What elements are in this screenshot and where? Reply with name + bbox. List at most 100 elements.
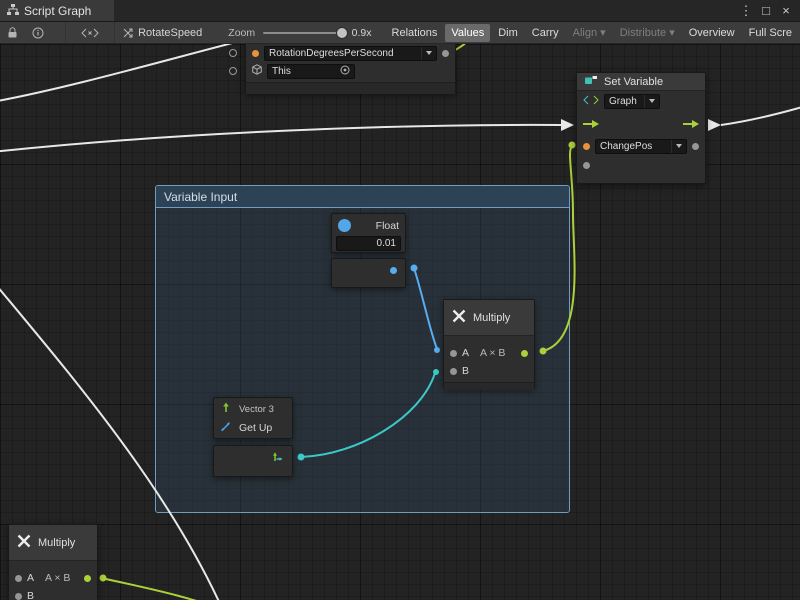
wire-flow-out[interactable] [721,106,800,125]
node-variable-getter[interactable]: RotationDegreesPerSecond This [245,44,456,94]
get-up-title: Get Up [239,422,272,434]
port-getup-out[interactable] [298,454,305,461]
multiply2-a-port[interactable] [15,575,22,582]
variable-kind-icon [115,22,134,44]
variable-port-icon[interactable] [583,143,590,150]
multiply-title: Multiply [473,312,510,324]
node-multiply[interactable]: Multiply A A × B B [443,299,535,389]
float-output-port[interactable] [390,267,397,274]
multiply-b-label: B [462,365,469,377]
multiply-result-port[interactable] [521,350,528,357]
port-multiply2-out[interactable] [100,575,107,582]
title-bar: Script Graph ⋮ □ × [0,0,800,22]
port-orange-icon[interactable] [252,50,259,57]
target-field[interactable]: This [267,64,355,79]
relations-button[interactable]: Relations [386,24,444,42]
set-variable-out-port[interactable] [692,143,699,150]
node-set-variable[interactable]: Set Variable Graph ChangePos [576,72,706,184]
getter-bottom-strip [246,82,455,94]
graph-canvas[interactable]: Variable Input Rota [0,44,800,600]
wire-green-multiply2-out[interactable] [101,578,242,600]
set-variable-header[interactable]: Set Variable [577,73,705,91]
info-icon[interactable] [25,22,51,44]
cube-icon [252,64,262,78]
zoom-label: Zoom [228,27,255,39]
getter-out-port[interactable] [442,50,449,57]
collapse-chevrons-icon[interactable] [65,22,115,44]
window-menu-icon[interactable]: ⋮ [738,3,754,19]
port-setvariable-value-in[interactable] [569,142,576,149]
multiply2-a-label: A [27,572,34,584]
node-get-up[interactable]: Vector 3 Get Up [213,397,293,439]
multiply-a-port[interactable] [450,350,457,357]
wire-teal-getup-to-multiply[interactable] [301,373,435,457]
window-maximize-icon[interactable]: □ [758,3,774,18]
node-float-port-strip[interactable] [331,258,406,288]
multiply-icon [16,533,32,552]
port-getter-left-2[interactable] [230,68,237,75]
set-variable-title: Set Variable [604,76,663,88]
set-variable-value-port[interactable] [583,162,590,169]
overview-button[interactable]: Overview [683,24,741,42]
distribute-button: Distribute ▾ [614,23,681,42]
multiply2-output-label: A × B [45,572,70,584]
flow-out-arrow-icon[interactable] [682,119,700,132]
port-float-out[interactable] [411,265,418,272]
tab-title: Script Graph [24,4,91,18]
vector3-type-label: Vector 3 [239,404,274,415]
dropdown-caret-icon [644,95,655,108]
multiply2-header[interactable]: Multiply [9,525,97,561]
zoom-slider-handle[interactable] [337,28,347,38]
port-multiply-out[interactable] [540,348,547,355]
multiply-b-port[interactable] [450,368,457,375]
zoom-slider[interactable] [263,22,346,44]
multiply2-b-port[interactable] [15,593,22,600]
fullscreen-button[interactable]: Full Scre [743,24,798,42]
multiply2-result-port[interactable] [84,575,91,582]
object-picker-icon[interactable] [340,65,350,78]
dropdown-caret-icon [421,47,432,60]
graph-tab-icon [7,4,19,18]
wire-green-multiply-to-setvariable[interactable] [543,146,575,351]
multiply2-title: Multiply [38,537,75,549]
float-title: Float [376,220,399,232]
node-get-up-port-strip[interactable] [213,445,293,477]
set-variable-name-dropdown[interactable]: ChangePos [595,139,687,154]
values-button[interactable]: Values [445,24,490,42]
carry-button[interactable]: Carry [526,24,565,42]
dim-button[interactable]: Dim [492,24,524,42]
wire-flow-in[interactable] [0,125,561,152]
port-multiply-a-in[interactable] [434,347,440,353]
vector3-icon [220,402,232,417]
node-multiply-2[interactable]: Multiply A A × B B [8,524,98,600]
graph-toolbar: RotateSpeed Zoom 0.9x Relations Values D… [0,22,800,44]
set-variable-name: ChangePos [600,141,667,152]
zoom-value: 0.9x [352,27,372,39]
wire-flow-top-left[interactable] [0,44,252,102]
zoom-slider-track[interactable] [263,32,346,34]
multiply-bottom-strip [444,382,534,390]
variable-name-dropdown[interactable]: RotationDegreesPerSecond [264,46,437,61]
node-float[interactable]: Float 0.01 [331,213,406,253]
align-button: Align ▾ [567,23,612,42]
float-value-input[interactable]: 0.01 [336,236,401,251]
set-variable-icon [584,75,598,88]
flow-out-arrowhead [708,119,721,131]
window-close-icon[interactable]: × [778,3,794,18]
scope-dropdown[interactable]: Graph [604,94,660,109]
port-multiply-b-in[interactable] [433,369,439,375]
get-up-icon [220,420,232,435]
tab-script-graph[interactable]: Script Graph [0,0,114,21]
wire-blue-float-to-multiply[interactable] [414,268,437,349]
get-up-output-icon[interactable] [271,450,284,466]
float-value: 0.01 [377,238,396,249]
multiply-output-label: A × B [480,347,505,359]
multiply-header[interactable]: Multiply [444,300,534,336]
variable-name: RotationDegreesPerSecond [269,48,417,59]
flow-in-arrow-icon[interactable] [582,119,600,132]
port-getter-left-1[interactable] [230,50,237,57]
multiply-a-label: A [462,347,469,359]
multiply2-b-label: B [27,590,34,600]
lock-icon[interactable] [0,22,25,44]
scope-label: Graph [609,96,640,107]
